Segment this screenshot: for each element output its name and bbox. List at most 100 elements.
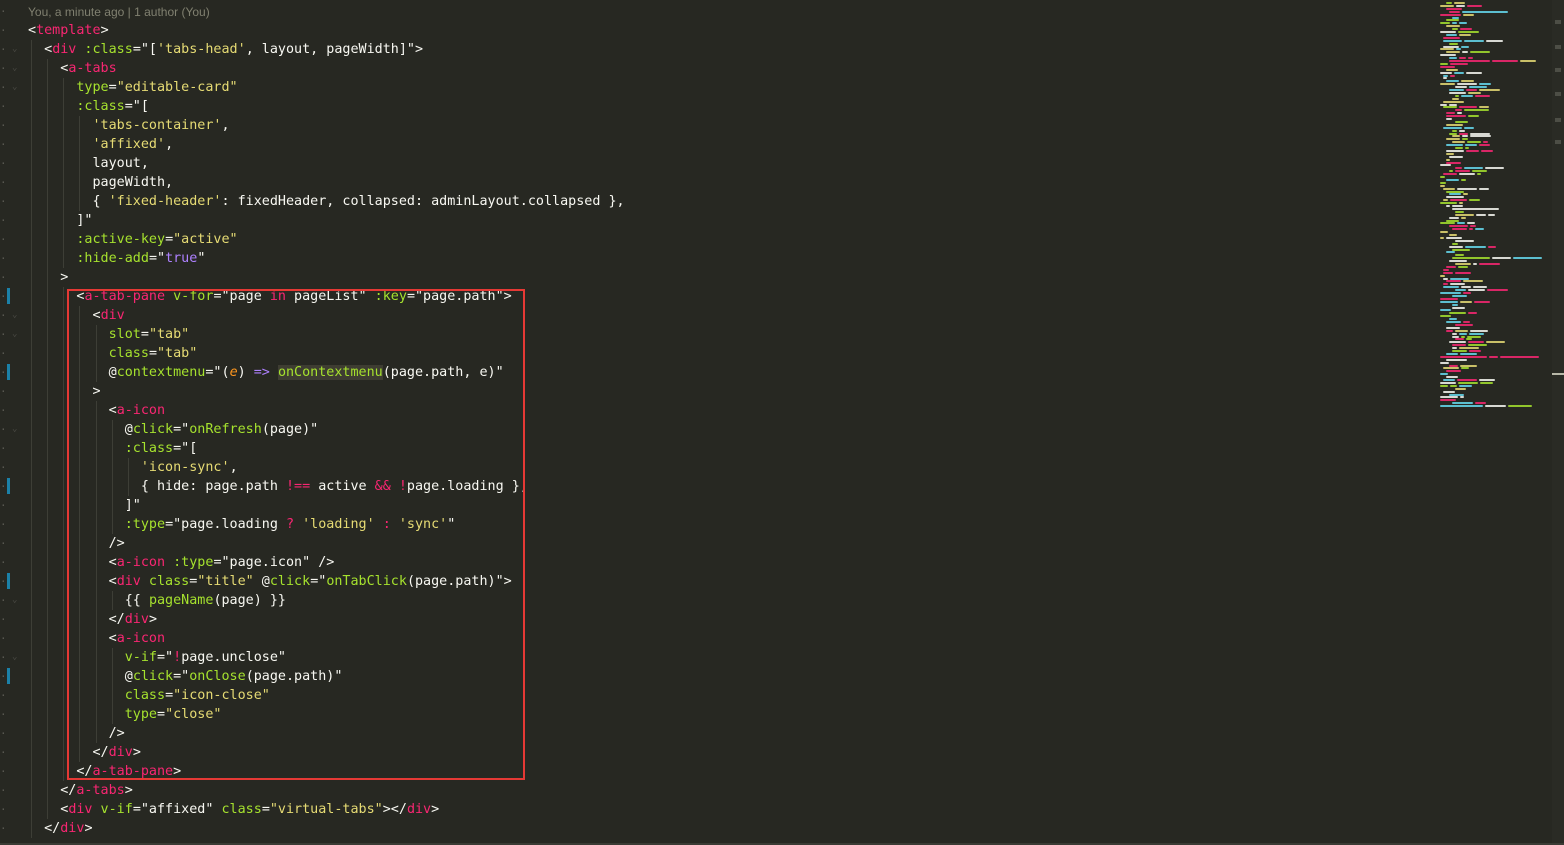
code-token: type — [28, 80, 109, 95]
minimap-line — [1467, 335, 1481, 338]
line-number: · — [0, 442, 6, 455]
indent-guide — [63, 496, 65, 515]
indent-guide — [63, 173, 65, 192]
code-line[interactable]: :type="page.loading ? 'loading' : 'sync'… — [28, 515, 625, 534]
code-line[interactable]: <div — [28, 306, 625, 325]
minimap-line — [1452, 207, 1499, 210]
code-line[interactable]: ]" — [28, 211, 625, 230]
code-line[interactable]: layout, — [28, 154, 625, 173]
code-line[interactable]: {{ pageName(page) }} — [28, 591, 625, 610]
code-line[interactable]: :class="[ — [28, 97, 625, 116]
code-token: ]" — [28, 498, 141, 513]
code-line[interactable]: @contextmenu="(e) => onContextmenu(page.… — [28, 363, 625, 382]
code-line[interactable]: <div v-if="affixed" class="virtual-tabs"… — [28, 800, 625, 819]
minimap-line — [1455, 170, 1470, 173]
code-line[interactable]: type="editable-card" — [28, 78, 625, 97]
code-token: 'fixed-header' — [108, 194, 222, 209]
minimap-line — [1450, 199, 1467, 202]
code-line[interactable]: </a-tabs> — [28, 781, 625, 800]
code-line[interactable]: <a-tabs — [28, 59, 625, 78]
minimap-line — [1440, 31, 1456, 33]
fold-chevron-icon[interactable]: ⌄ — [12, 420, 22, 439]
indent-guide — [95, 401, 97, 420]
fold-chevron-icon[interactable]: ⌄ — [12, 40, 22, 59]
minimap-line — [1464, 109, 1489, 112]
line-number: · — [0, 803, 6, 816]
fold-chevron-icon[interactable]: ⌄ — [12, 325, 22, 344]
code-token: < — [28, 574, 117, 589]
code-line[interactable]: > — [28, 268, 625, 287]
fold-chevron-icon[interactable]: ⌄ — [12, 78, 22, 97]
indent-guide — [31, 173, 32, 192]
minimap-line — [1449, 155, 1463, 158]
code-line[interactable]: </div> — [28, 743, 625, 762]
code-line[interactable]: 'affixed', — [28, 135, 625, 154]
code-line[interactable]: { 'fixed-header': fixedHeader, collapsed… — [28, 192, 625, 211]
code-editor[interactable]: <template> <div :class="['tabs-head', la… — [28, 21, 625, 838]
code-line[interactable]: <a-icon :type="page.icon" /> — [28, 553, 625, 572]
minimap-line — [1459, 347, 1479, 350]
code-token: @ — [28, 669, 133, 684]
minimap-line — [1452, 22, 1457, 25]
indent-guide — [95, 610, 97, 629]
code-line[interactable]: :active-key="active" — [28, 230, 625, 249]
indent-guide — [127, 477, 129, 496]
code-line[interactable]: pageWidth, — [28, 173, 625, 192]
code-token: = — [261, 802, 270, 817]
minimap-line — [1457, 222, 1465, 225]
code-line[interactable]: <template> — [28, 21, 625, 40]
code-line[interactable]: @click="onRefresh(page)" — [28, 420, 625, 439]
code-line[interactable]: ]" — [28, 496, 625, 515]
minimap-line — [1456, 48, 1461, 51]
code-token: </ — [28, 612, 125, 627]
code-token: @ — [253, 574, 270, 589]
code-token: < — [28, 308, 101, 323]
fold-chevron-icon[interactable]: ⌄ — [12, 591, 22, 610]
code-line[interactable]: class="icon-close" — [28, 686, 625, 705]
minimap-line — [1449, 132, 1457, 135]
code-line[interactable]: <a-icon — [28, 401, 625, 420]
code-line[interactable]: class="tab" — [28, 344, 625, 363]
code-line[interactable]: /> — [28, 724, 625, 743]
code-token: => — [253, 365, 270, 380]
code-line[interactable]: /> — [28, 534, 625, 553]
indent-guide — [31, 268, 32, 287]
vertical-scrollbar[interactable] — [1552, 0, 1564, 845]
indent-guide — [63, 78, 65, 97]
code-line[interactable]: :class="[ — [28, 439, 625, 458]
indent-guide — [31, 610, 32, 629]
code-line[interactable]: <a-tab-pane v-for="page in pageList" :ke… — [28, 287, 625, 306]
minimap-line — [1455, 239, 1474, 242]
minimap[interactable] — [1436, 0, 1548, 845]
indent-guide — [47, 116, 49, 135]
code-line[interactable]: 'tabs-container', — [28, 116, 625, 135]
code-line[interactable]: </div> — [28, 819, 625, 838]
indent-guide — [47, 439, 49, 458]
code-line[interactable]: slot="tab" — [28, 325, 625, 344]
code-token: onContextmenu — [277, 365, 383, 380]
code-line[interactable]: 'icon-sync', — [28, 458, 625, 477]
indent-guide — [63, 762, 65, 781]
code-line[interactable]: <div :class="['tabs-head', layout, pageW… — [28, 40, 625, 59]
code-token: ="page.loading — [165, 517, 286, 532]
minimap-line — [1446, 376, 1458, 379]
code-line[interactable]: v-if="!page.unclose" — [28, 648, 625, 667]
code-line[interactable]: { hide: page.path !== active && !page.lo… — [28, 477, 625, 496]
minimap-line — [1473, 286, 1487, 289]
code-line[interactable]: <div class="title" @click="onTabClick(pa… — [28, 572, 625, 591]
code-line[interactable]: > — [28, 382, 625, 401]
code-line[interactable]: @click="onClose(page.path)" — [28, 667, 625, 686]
fold-chevron-icon[interactable]: ⌄ — [12, 648, 22, 667]
indent-guide — [31, 230, 32, 249]
indent-guide — [31, 705, 32, 724]
code-line[interactable]: <a-icon — [28, 629, 625, 648]
fold-chevron-icon[interactable]: ⌄ — [12, 306, 22, 325]
code-line[interactable]: </div> — [28, 610, 625, 629]
code-line[interactable]: :hide-add="true" — [28, 249, 625, 268]
code-token: 'icon-sync' — [140, 460, 230, 475]
code-line[interactable]: type="close" — [28, 705, 625, 724]
fold-chevron-icon[interactable]: ⌄ — [12, 59, 22, 78]
code-line[interactable]: </a-tab-pane> — [28, 762, 625, 781]
code-token: !== — [285, 479, 311, 494]
minimap-line — [1454, 2, 1465, 4]
